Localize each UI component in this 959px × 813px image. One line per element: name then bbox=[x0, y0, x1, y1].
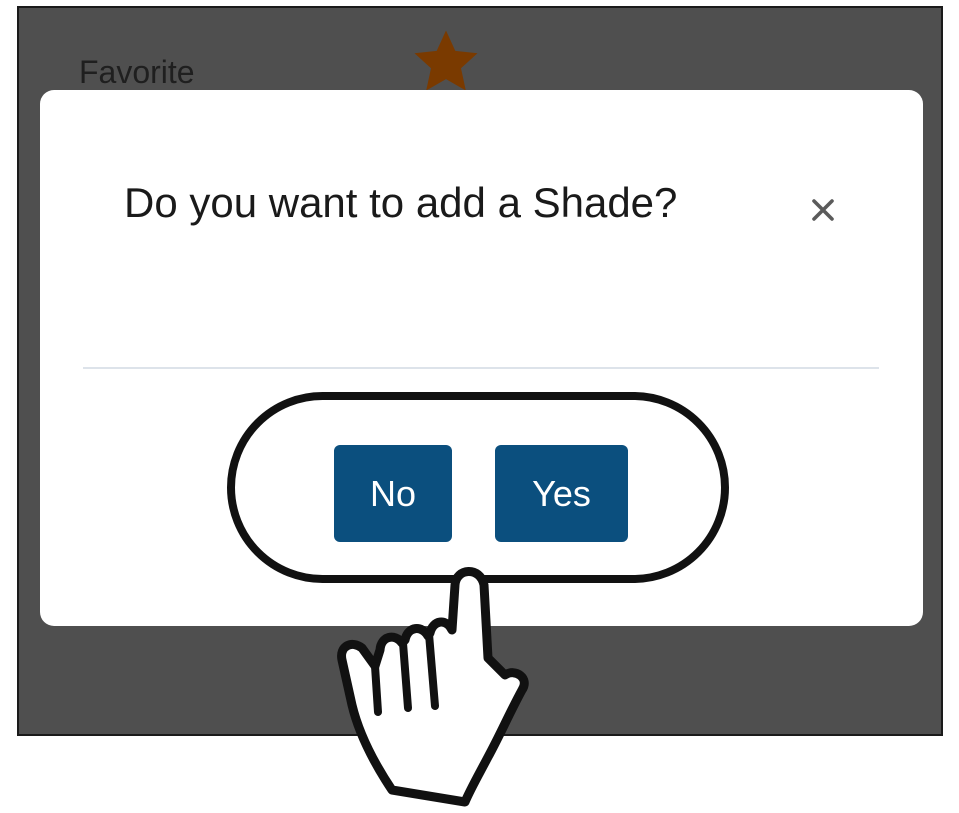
close-button[interactable] bbox=[803, 190, 843, 230]
no-button[interactable]: No bbox=[334, 445, 452, 542]
confirm-dialog: Do you want to add a Shade? No Yes bbox=[40, 90, 923, 626]
favorite-label: Favorite bbox=[79, 54, 195, 90]
close-icon bbox=[812, 199, 834, 221]
dialog-title: Do you want to add a Shade? bbox=[124, 179, 678, 226]
dialog-divider bbox=[83, 367, 879, 369]
app-screen-dimmed: Favorite Do you want to add a Shade? No … bbox=[17, 6, 943, 736]
tutorial-frame: Favorite Do you want to add a Shade? No … bbox=[0, 0, 959, 813]
star-icon bbox=[414, 30, 478, 91]
yes-button[interactable]: Yes bbox=[495, 445, 628, 542]
